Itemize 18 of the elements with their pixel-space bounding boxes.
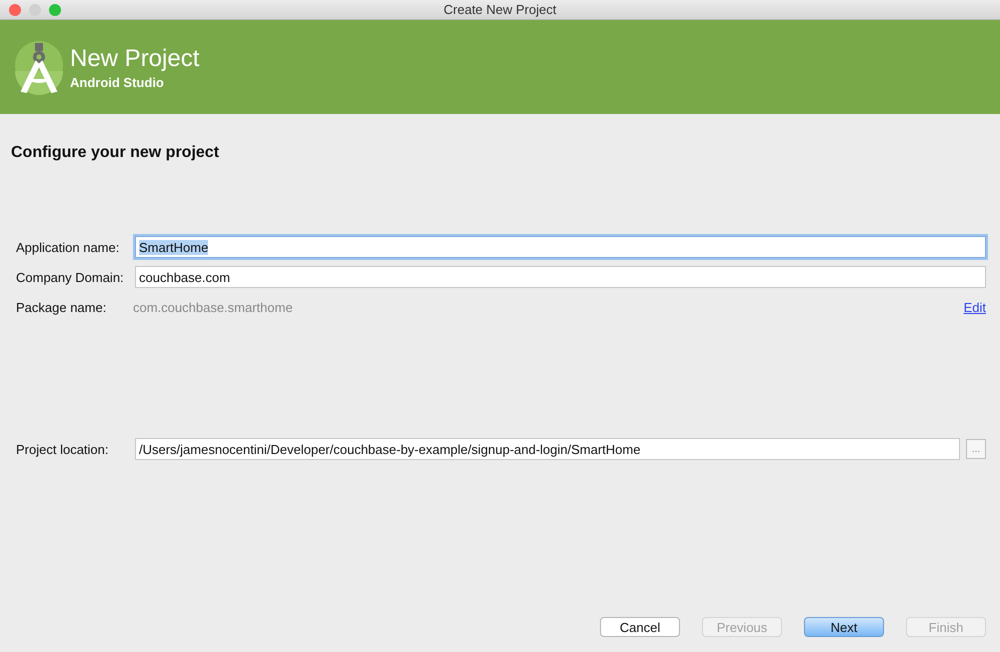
page-heading: Configure your new project	[11, 144, 220, 162]
edit-link[interactable]: Edit	[964, 300, 986, 314]
field-label: Company Domain:	[16, 270, 125, 284]
field-label: Project location:	[16, 442, 110, 456]
package-name-text: com.couchbase.smarthome	[133, 300, 294, 314]
dialog-button[interactable]: Cancel	[600, 617, 680, 637]
text-field[interactable]: SmartHome	[135, 236, 986, 258]
zoom-icon[interactable]	[49, 4, 61, 16]
header-title: New Project	[70, 44, 200, 72]
dialog-button[interactable]: Next	[804, 617, 884, 637]
close-icon[interactable]	[9, 4, 21, 16]
minimize-icon[interactable]	[29, 4, 41, 16]
field-label: Package name:	[16, 300, 108, 314]
field-label: Application name:	[16, 240, 120, 254]
text-field[interactable]: couchbase.com	[135, 266, 986, 288]
window-title: Create New Project	[444, 2, 556, 17]
project-location-field[interactable]: /Users/jamesnocentini/Developer/couchbase-by-example/signup-and-login/SmartHome	[135, 438, 960, 460]
header-subtitle: Android Studio	[70, 74, 165, 90]
